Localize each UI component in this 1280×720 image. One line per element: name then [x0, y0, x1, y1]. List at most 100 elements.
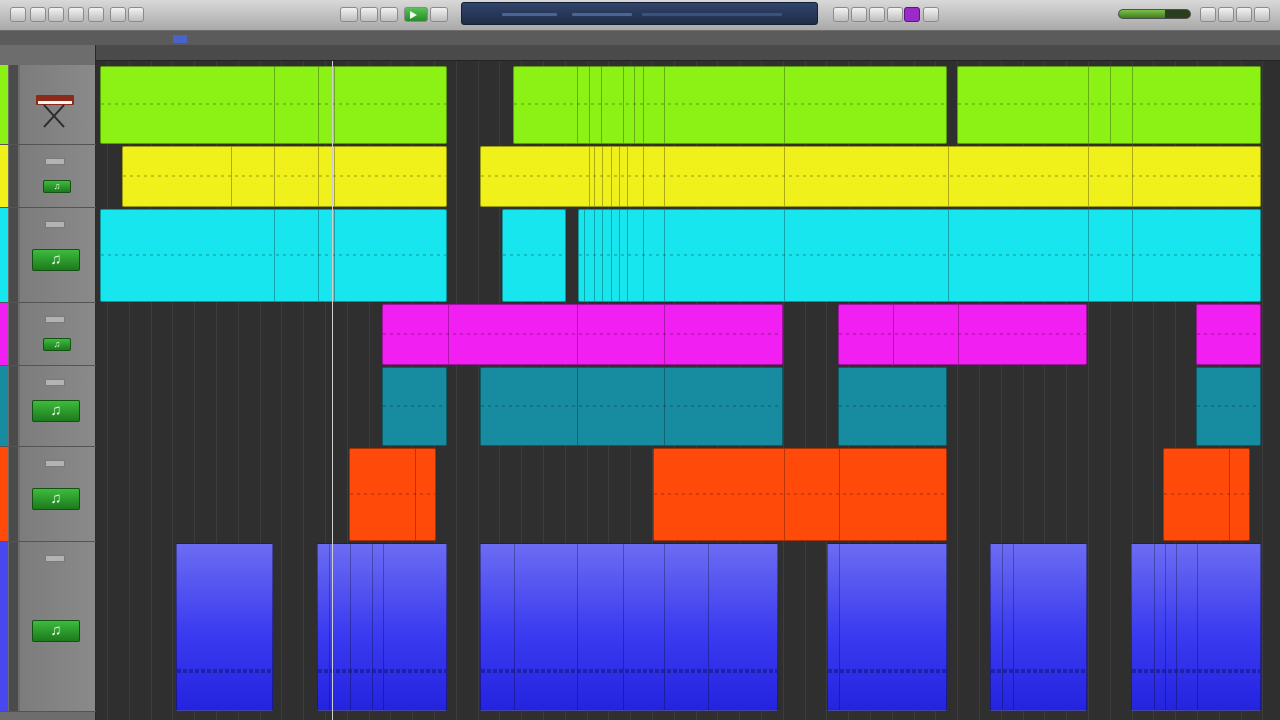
- region-t1[interactable]: [513, 66, 947, 144]
- region-split: [1013, 544, 1014, 710]
- rewind-icon[interactable]: [340, 7, 358, 22]
- lcd-tempo-bar: [572, 13, 632, 16]
- tracks-area[interactable]: [96, 61, 1280, 720]
- metronome-icon[interactable]: [833, 7, 849, 22]
- fast-forward-icon[interactable]: [360, 7, 378, 22]
- region-waveform: [958, 103, 1260, 106]
- region-t2[interactable]: [480, 146, 1261, 207]
- region-t5[interactable]: [382, 367, 447, 446]
- stop-icon[interactable]: [380, 7, 398, 22]
- region-t5[interactable]: [1196, 367, 1261, 446]
- timeline-ruler[interactable]: [0, 31, 1280, 46]
- record-button[interactable]: [430, 7, 448, 22]
- region-waveform: [177, 668, 272, 673]
- track-color-strip: [0, 145, 8, 207]
- region-split: [664, 544, 665, 710]
- region-t4[interactable]: [382, 304, 783, 365]
- region-t3[interactable]: [578, 209, 1261, 302]
- track-mute-button[interactable]: [45, 379, 65, 386]
- region-t7[interactable]: [317, 543, 447, 711]
- region-waveform: [481, 175, 1260, 178]
- media-icon[interactable]: [88, 7, 104, 22]
- region-t7[interactable]: [990, 543, 1087, 711]
- grid-line: [1262, 61, 1263, 720]
- region-t7[interactable]: [1131, 543, 1261, 711]
- tool-button[interactable]: [904, 7, 920, 22]
- region-waveform: [101, 103, 446, 106]
- region-waveform: [839, 404, 946, 407]
- region-t5[interactable]: [838, 367, 947, 446]
- track-header-t7[interactable]: ♫: [0, 542, 96, 712]
- grid-line: [107, 61, 108, 720]
- region-t6[interactable]: [349, 448, 436, 541]
- region-t5[interactable]: [480, 367, 783, 446]
- grid-line: [478, 61, 479, 720]
- drum-machine-icon: ♫: [43, 338, 71, 351]
- region-waveform: [123, 175, 446, 178]
- region-t1[interactable]: [957, 66, 1261, 144]
- tuner-icon[interactable]: [851, 7, 867, 22]
- list-editors-icon[interactable]: [1218, 7, 1234, 22]
- track-mute-button[interactable]: [45, 555, 65, 562]
- count-in-icon[interactable]: [869, 7, 885, 22]
- region-t7[interactable]: [480, 543, 778, 711]
- library-icon[interactable]: [10, 7, 26, 22]
- lcd-display[interactable]: [461, 2, 818, 25]
- smart-tool-icon[interactable]: [923, 7, 939, 22]
- region-waveform: [1164, 492, 1249, 495]
- region-t7[interactable]: [827, 543, 947, 711]
- region-t2[interactable]: [122, 146, 447, 207]
- region-split: [350, 544, 351, 710]
- solo-icon[interactable]: [887, 7, 903, 22]
- cycle-marker[interactable]: [173, 35, 187, 43]
- editors-icon[interactable]: [68, 7, 84, 22]
- lcd-position-bar: [502, 13, 557, 16]
- track-header-t1[interactable]: [0, 65, 96, 145]
- software-instrument-icon: ♫: [32, 488, 80, 510]
- region-t3[interactable]: [502, 209, 566, 302]
- track-mute-button[interactable]: [45, 221, 65, 228]
- region-t6[interactable]: [1163, 448, 1250, 541]
- electric-piano-icon: [36, 95, 74, 128]
- region-waveform: [383, 333, 782, 336]
- region-split: [1002, 544, 1003, 710]
- region-waveform: [839, 333, 1086, 336]
- play-icon: [410, 11, 417, 19]
- region-t6[interactable]: [653, 448, 947, 541]
- loops-browser-icon[interactable]: [1236, 7, 1252, 22]
- playhead[interactable]: [332, 61, 333, 720]
- record-icon[interactable]: [110, 7, 126, 22]
- region-split: [577, 544, 578, 710]
- region-t4[interactable]: [1196, 304, 1261, 365]
- region-t1[interactable]: [100, 66, 447, 144]
- bar-ruler[interactable]: [96, 45, 1280, 61]
- inspector-icon[interactable]: [30, 7, 46, 22]
- drum-machine-icon: ♫: [43, 180, 71, 193]
- master-volume-slider[interactable]: [1118, 9, 1191, 19]
- track-header-t3[interactable]: ♫: [0, 208, 96, 303]
- software-instrument-icon: ♫: [32, 249, 80, 271]
- region-waveform: [1197, 333, 1260, 336]
- play-button[interactable]: [404, 7, 428, 22]
- region-waveform: [828, 668, 946, 673]
- region-t4[interactable]: [838, 304, 1087, 365]
- region-t7[interactable]: [176, 543, 273, 711]
- track-color-strip: [0, 65, 8, 144]
- track-header-t5[interactable]: ♫: [0, 366, 96, 447]
- region-t3[interactable]: [100, 209, 447, 302]
- track-mute-button[interactable]: [45, 460, 65, 467]
- track-header-t6[interactable]: ♫: [0, 447, 96, 542]
- region-waveform: [481, 404, 782, 407]
- loop-icon[interactable]: [128, 7, 144, 22]
- track-header-t2[interactable]: ♫: [0, 145, 96, 208]
- smart-controls-icon[interactable]: [48, 7, 64, 22]
- track-icon-cell[interactable]: [20, 303, 95, 365]
- track-header-t4[interactable]: ♫: [0, 303, 96, 366]
- region-waveform: [579, 253, 1260, 256]
- notepad-icon[interactable]: [1200, 7, 1216, 22]
- track-mute-button[interactable]: [45, 316, 65, 323]
- media-browser-icon[interactable]: [1254, 7, 1270, 22]
- track-icon-cell[interactable]: [20, 145, 95, 207]
- region-split: [329, 544, 330, 710]
- track-mute-button[interactable]: [45, 158, 65, 165]
